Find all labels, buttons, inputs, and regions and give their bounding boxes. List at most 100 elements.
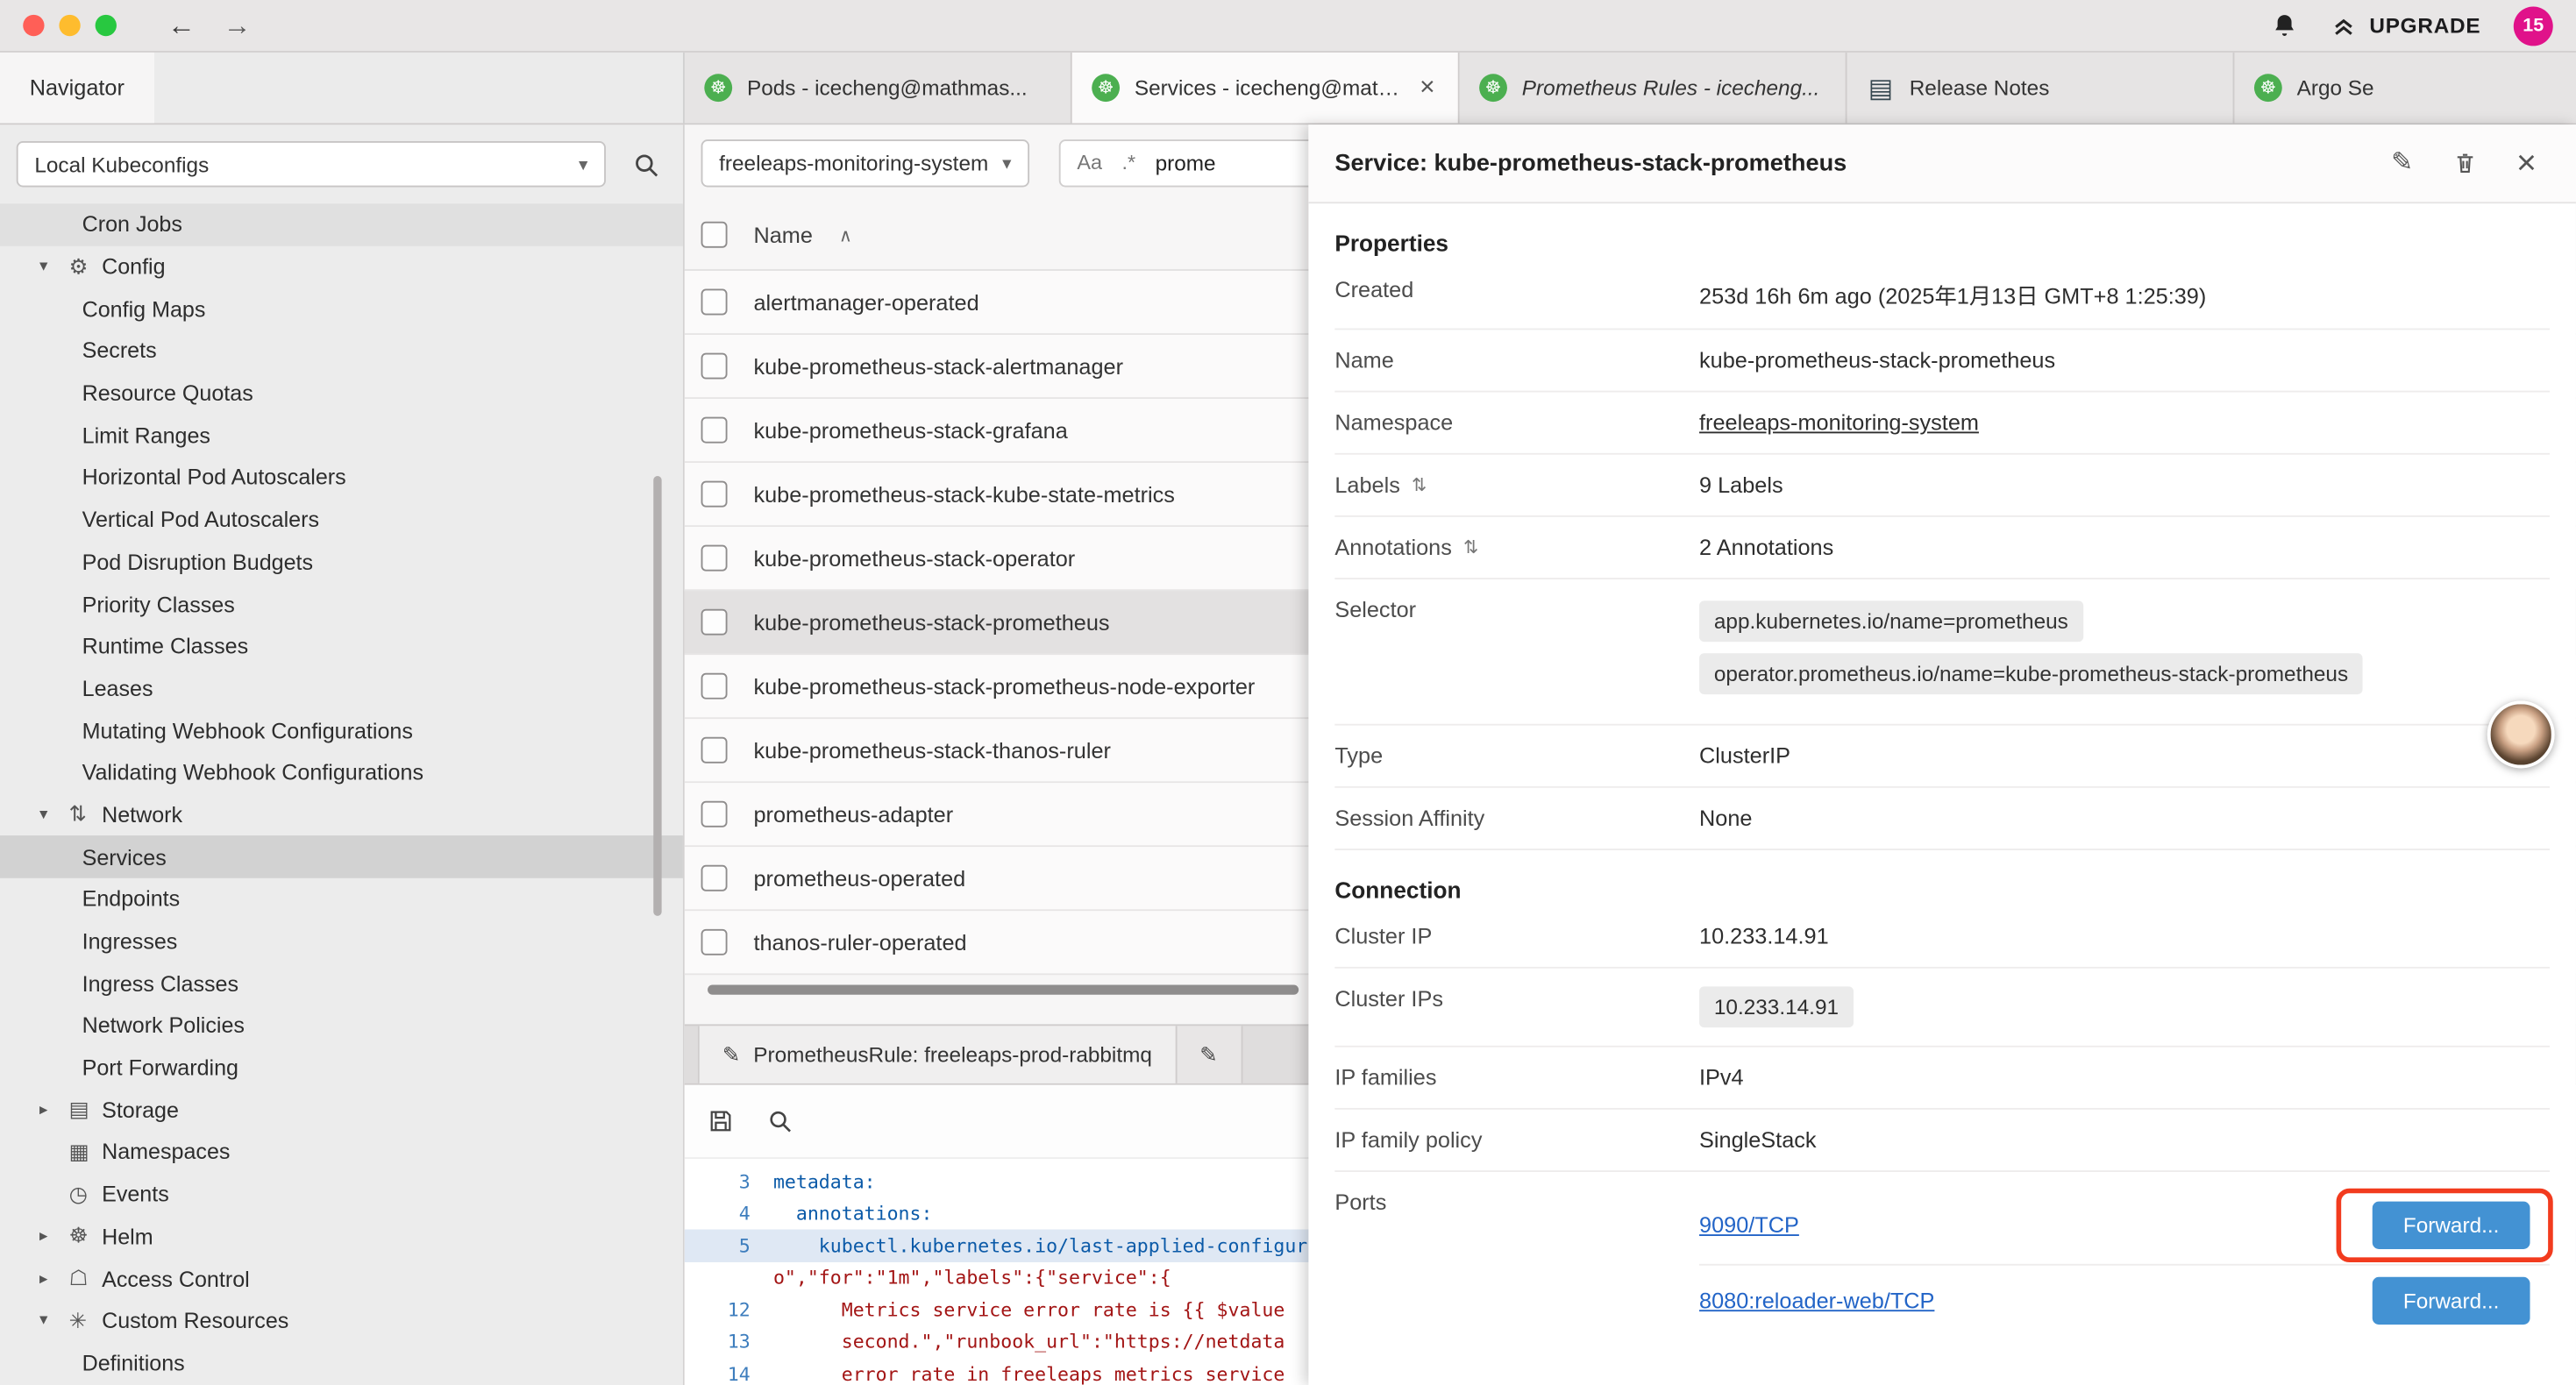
sidebar-item[interactable]: Endpoints bbox=[0, 878, 683, 920]
row-checkbox[interactable] bbox=[701, 545, 728, 572]
editor-tab[interactable]: ✎ PrometheusRule: freeleaps-prod-rabbitm… bbox=[698, 1026, 1177, 1083]
forward-button[interactable]: → bbox=[224, 11, 252, 39]
row-checkbox[interactable] bbox=[701, 481, 728, 508]
sidebar-item[interactable]: ▸ ☖ Access Control bbox=[0, 1258, 683, 1300]
forward-button[interactable]: Forward... bbox=[2373, 1202, 2530, 1249]
expand-labels-icon[interactable]: ⇅ bbox=[1412, 474, 1427, 495]
tab[interactable]: ☸ Argo Se bbox=[2234, 53, 2575, 124]
tab[interactable]: ☸ Services - icecheng@math... × bbox=[1072, 53, 1460, 124]
sort-ascending-icon[interactable]: ∧ bbox=[839, 224, 852, 245]
tree-caret-icon[interactable] bbox=[39, 1143, 69, 1161]
maximize-window-button[interactable] bbox=[96, 15, 117, 36]
close-window-button[interactable] bbox=[23, 15, 44, 36]
service-name: kube-prometheus-stack-grafana bbox=[753, 418, 1067, 443]
namespace-filter-select[interactable]: freeleaps-monitoring-system ▾ bbox=[701, 138, 1030, 186]
close-tab-icon[interactable]: × bbox=[1416, 73, 1438, 103]
tab[interactable]: ☸ Pods - icecheng@mathmas... bbox=[685, 53, 1072, 124]
sidebar-scrollbar[interactable] bbox=[653, 476, 661, 916]
kubeconfig-selector-value: Local Kubeconfigs bbox=[34, 152, 209, 176]
sidebar-item-label: Config Maps bbox=[82, 296, 206, 321]
sidebar-item[interactable]: Config Maps bbox=[0, 288, 683, 330]
tree-caret-icon[interactable]: ▾ bbox=[39, 1312, 69, 1331]
sidebar-item[interactable]: Mutating Webhook Configurations bbox=[0, 709, 683, 751]
tab[interactable]: ☸ Prometheus Rules - icecheng... bbox=[1460, 53, 1847, 124]
kubeconfig-selector[interactable]: Local Kubeconfigs ▾ bbox=[17, 141, 606, 187]
sidebar-item[interactable]: Secrets bbox=[0, 330, 683, 372]
selector-label: Selector bbox=[1334, 598, 1699, 622]
close-drawer-icon[interactable]: × bbox=[2516, 146, 2537, 181]
row-checkbox[interactable] bbox=[701, 929, 728, 955]
sidebar-item[interactable]: ▸ ☸ Helm bbox=[0, 1216, 683, 1258]
select-all-checkbox[interactable] bbox=[701, 222, 728, 248]
row-checkbox[interactable] bbox=[701, 417, 728, 444]
sidebar-item[interactable]: Vertical Pod Autoscalers bbox=[0, 499, 683, 541]
horizontal-scrollbar[interactable] bbox=[708, 985, 1299, 995]
property-row-name: Name kube-prometheus-stack-prometheus bbox=[1334, 330, 2550, 392]
tree-caret-icon[interactable]: ▸ bbox=[39, 1227, 69, 1246]
editor-search-icon[interactable] bbox=[766, 1108, 793, 1134]
namespace-link[interactable]: freeleaps-monitoring-system bbox=[1699, 410, 1979, 435]
labels-label: Labels ⇅ bbox=[1334, 472, 1699, 497]
namespace-label: Namespace bbox=[1334, 410, 1699, 435]
navigator-tab[interactable]: Navigator bbox=[0, 53, 154, 124]
delete-trash-icon[interactable] bbox=[2452, 151, 2477, 175]
match-case-toggle[interactable]: Aa bbox=[1077, 151, 1102, 174]
sidebar-item[interactable]: Network Policies bbox=[0, 1005, 683, 1047]
sidebar-item[interactable]: Runtime Classes bbox=[0, 625, 683, 667]
save-icon[interactable] bbox=[708, 1108, 734, 1134]
sidebar-item[interactable]: Ingress Classes bbox=[0, 962, 683, 1005]
row-checkbox[interactable] bbox=[701, 673, 728, 700]
sidebar-item[interactable]: Definitions bbox=[0, 1342, 683, 1384]
row-checkbox[interactable] bbox=[701, 289, 728, 316]
tree-caret-icon[interactable]: ▾ bbox=[39, 258, 69, 276]
sidebar-item-label: Runtime Classes bbox=[82, 634, 249, 658]
edit-pencil-icon: ✎ bbox=[1199, 1041, 1217, 1068]
sidebar-item[interactable]: Cron Jobs bbox=[0, 203, 683, 245]
sidebar-item-label: Horizontal Pod Autoscalers bbox=[82, 465, 346, 490]
sidebar-item[interactable]: ▦ Namespaces bbox=[0, 1131, 683, 1173]
avatar[interactable] bbox=[2487, 701, 2555, 769]
tree-caret-icon[interactable]: ▾ bbox=[39, 806, 69, 824]
sidebar-item[interactable]: ◷ Events bbox=[0, 1173, 683, 1215]
sidebar-item[interactable]: Ingresses bbox=[0, 920, 683, 962]
back-button[interactable]: ← bbox=[167, 11, 196, 39]
row-checkbox[interactable] bbox=[701, 865, 728, 891]
sidebar-item[interactable]: Resource Quotas bbox=[0, 373, 683, 415]
sidebar-item[interactable]: Services bbox=[0, 836, 683, 878]
sidebar-item[interactable]: ▾ ⇅ Network bbox=[0, 794, 683, 836]
sidebar-item[interactable]: Priority Classes bbox=[0, 583, 683, 625]
edit-icon[interactable]: ✎ bbox=[2391, 150, 2413, 176]
sidebar-item[interactable]: Horizontal Pod Autoscalers bbox=[0, 457, 683, 499]
row-checkbox[interactable] bbox=[701, 737, 728, 764]
sidebar-search-icon[interactable] bbox=[632, 150, 660, 178]
sidebar-item[interactable]: Leases bbox=[0, 667, 683, 709]
forward-button[interactable]: Forward... bbox=[2373, 1277, 2530, 1325]
notification-count-badge[interactable]: 15 bbox=[2514, 6, 2553, 46]
upgrade-button[interactable]: UPGRADE bbox=[2331, 13, 2480, 38]
tab[interactable]: ▤ Release Notes bbox=[1847, 53, 2235, 124]
tab-label: Pods - icecheng@mathmas... bbox=[747, 75, 1050, 100]
sidebar-item[interactable]: ▾ ⚙ Config bbox=[0, 245, 683, 288]
sidebar-item[interactable]: Port Forwarding bbox=[0, 1047, 683, 1089]
row-checkbox[interactable] bbox=[701, 609, 728, 636]
minimize-window-button[interactable] bbox=[59, 15, 80, 36]
sidebar-item[interactable]: Limit Ranges bbox=[0, 415, 683, 457]
editor-tab-partial[interactable]: ✎ bbox=[1177, 1026, 1242, 1083]
row-checkbox[interactable] bbox=[701, 801, 728, 827]
tree-caret-icon[interactable]: ▸ bbox=[39, 1269, 69, 1288]
expand-annotations-icon[interactable]: ⇅ bbox=[1463, 536, 1478, 558]
name-column-header[interactable]: Name bbox=[753, 223, 812, 247]
port-link[interactable]: 9090/TCP bbox=[1699, 1213, 1799, 1238]
tree-caret-icon[interactable]: ▸ bbox=[39, 1101, 69, 1119]
connection-row-ip-families: IP families IPv4 bbox=[1334, 1048, 2550, 1110]
tree-caret-icon[interactable] bbox=[39, 1185, 69, 1204]
regex-toggle[interactable]: .* bbox=[1121, 151, 1135, 174]
sidebar-item[interactable]: ▸ ▤ Storage bbox=[0, 1089, 683, 1131]
port-link[interactable]: 8080:reloader-web/TCP bbox=[1699, 1289, 1934, 1313]
sidebar-item[interactable]: Pod Disruption Budgets bbox=[0, 541, 683, 583]
row-checkbox[interactable] bbox=[701, 353, 728, 380]
sidebar-item-label: Events bbox=[102, 1182, 169, 1206]
sidebar-item[interactable]: Validating Webhook Configurations bbox=[0, 751, 683, 793]
sidebar-item[interactable]: ▾ ✳ Custom Resources bbox=[0, 1300, 683, 1342]
notifications-bell-icon[interactable] bbox=[2271, 11, 2299, 39]
